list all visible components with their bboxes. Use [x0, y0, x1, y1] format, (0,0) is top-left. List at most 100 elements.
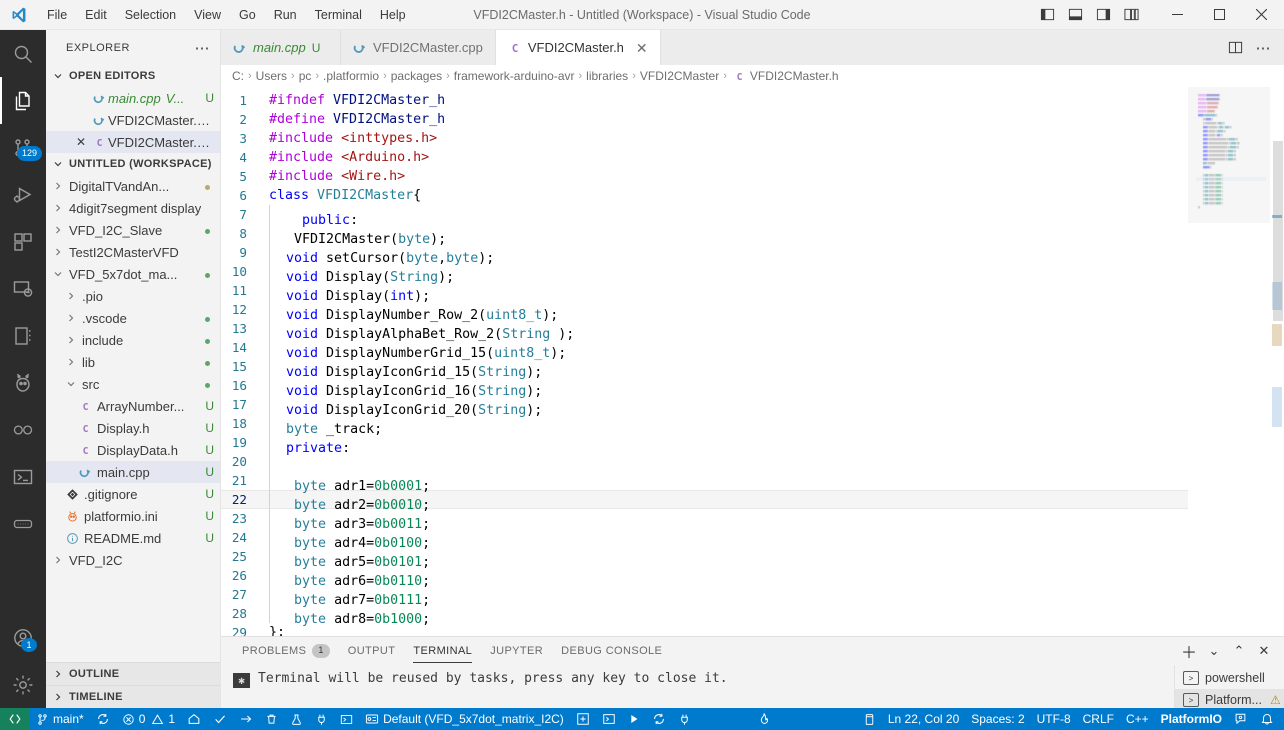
status-bar[interactable]: main* 0 1 Default (VFD_5x7dot_matrix_I2C… [0, 708, 1284, 730]
open-editor-item-main-cpp[interactable]: main.cpp V... U [46, 87, 220, 109]
tree-item-platformio-ini[interactable]: platformio.ini U [46, 505, 220, 527]
breadcrumb[interactable]: C: › Users › pc › .platformio › packages… [221, 65, 1284, 87]
tree-item--gitignore[interactable]: .gitignore U [46, 483, 220, 505]
menu-terminal[interactable]: Terminal [306, 5, 371, 25]
code-line-27[interactable]: 27 byte adr7=0b0111; [221, 585, 1188, 608]
code-line-20[interactable]: 20 [221, 452, 1188, 471]
status-jupyter-terminal[interactable] [596, 708, 622, 730]
status-layout-icon[interactable] [857, 708, 882, 730]
close-panel-icon[interactable]: ✕ [1252, 639, 1276, 663]
code-line-26[interactable]: 26 byte adr6=0b0110; [221, 566, 1188, 589]
code-line-23[interactable]: 23 byte adr3=0b0011; [221, 509, 1188, 532]
status-interrupt-kernel[interactable] [672, 708, 697, 730]
status-feedback-icon[interactable] [1228, 708, 1254, 730]
status-encoding[interactable]: UTF-8 [1031, 708, 1077, 730]
status-branch[interactable]: main* [30, 708, 90, 730]
open-editor-item-vfdi2cmaster-h[interactable]: ✕ C VFDI2CMaster.h... [46, 131, 220, 153]
code-line-12[interactable]: 12 void DisplayNumber_Row_2(uint8_t); [221, 300, 1188, 323]
editor-tabs-bar[interactable]: main.cpp U VFDI2CMaster.cpp C VFDI2CMast… [221, 30, 1284, 65]
activity-settings-gear-icon[interactable] [0, 661, 46, 708]
status-run-python[interactable] [622, 708, 646, 730]
code-line-9[interactable]: 9 void setCursor(byte,byte); [221, 243, 1188, 266]
activity-terminal-icon[interactable] [0, 453, 46, 500]
toggle-secondary-sidebar-icon[interactable] [1090, 2, 1116, 28]
breadcrumb-item-2[interactable]: pc [299, 69, 312, 83]
menu-help[interactable]: Help [371, 5, 415, 25]
status-restart-kernel[interactable] [646, 708, 672, 730]
editor-vertical-scrollbar[interactable] [1270, 87, 1284, 636]
close-icon[interactable]: ✕ [72, 135, 90, 149]
breadcrumb-item-5[interactable]: framework-arduino-avr [454, 69, 575, 83]
explorer-tree[interactable]: OPEN EDITORS main.cpp V... U VFDI2CMaste… [46, 65, 220, 662]
activity-search-icon[interactable] [0, 30, 46, 77]
menu-view[interactable]: View [185, 5, 230, 25]
outline-section-header[interactable]: OUTLINE [46, 662, 220, 685]
menu-bar[interactable]: File Edit Selection View Go Run Terminal… [38, 5, 415, 25]
tree-item-vfd-5x7dot-ma[interactable]: VFD_5x7dot_ma... [46, 263, 220, 285]
editor-more-actions-icon[interactable]: ⋯ [1250, 35, 1276, 61]
status-eol[interactable]: CRLF [1077, 708, 1120, 730]
new-terminal-icon[interactable]: ＋ [1177, 639, 1201, 663]
code-line-1[interactable]: 1 #ifndef VFDI2CMaster_h [221, 91, 1188, 110]
tab-main-cpp[interactable]: main.cpp U [221, 30, 341, 65]
workspace-tree[interactable]: DigitalTVandAn... 4digit7segment display V… [46, 175, 220, 571]
menu-run[interactable]: Run [265, 5, 306, 25]
status-problems[interactable]: 0 1 [116, 708, 181, 730]
window-minimize-button[interactable] [1156, 0, 1198, 30]
remote-window-indicator[interactable] [0, 708, 30, 730]
tree-item-main-cpp[interactable]: main.cpp U [46, 461, 220, 483]
toggle-primary-sidebar-icon[interactable] [1034, 2, 1060, 28]
tree-item-src[interactable]: src [46, 373, 220, 395]
status-flame-icon[interactable] [751, 708, 777, 730]
editor-minimap[interactable] [1188, 87, 1284, 636]
tree-item-display-h[interactable]: C Display.h U [46, 417, 220, 439]
breadcrumb-item-1[interactable]: Users [256, 69, 287, 83]
terminal-dropdown-icon[interactable]: ⌄ [1202, 639, 1226, 663]
tree-item--pio[interactable]: .pio [46, 285, 220, 307]
code-line-25[interactable]: 25 byte adr5=0b0101; [221, 547, 1188, 570]
code-lines[interactable]: 1 #ifndef VFDI2CMaster_h 2 #define VFDI2CMa… [221, 87, 1188, 636]
panel-tab-terminal[interactable]: TERMINAL [404, 637, 481, 665]
code-editor[interactable]: 1 #ifndef VFDI2CMaster_h 2 #define VFDI2CMa… [221, 87, 1284, 636]
breadcrumb-item-6[interactable]: libraries [586, 69, 628, 83]
status-platformio-upload[interactable] [233, 708, 259, 730]
tree-item-readme-md[interactable]: README.md U [46, 527, 220, 549]
code-line-16[interactable]: 16 void DisplayIconGrid_16(String); [221, 376, 1188, 399]
window-close-button[interactable] [1240, 0, 1282, 30]
tree-item-vfd-i2c[interactable]: VFD_I2C [46, 549, 220, 571]
code-line-3[interactable]: 3 #include <inttypes.h> [221, 129, 1188, 148]
tree-item-displaydata-h[interactable]: C DisplayData.h U [46, 439, 220, 461]
code-line-8[interactable]: 8 VFDI2CMaster(byte); [221, 224, 1188, 247]
workspace-section-header[interactable]: UNTITLED (WORKSPACE) [46, 153, 220, 175]
code-line-17[interactable]: 17 void DisplayIconGrid_20(String); [221, 395, 1188, 418]
scrollbar-thumb[interactable] [1273, 141, 1283, 321]
notifications-bell-icon[interactable] [1254, 708, 1284, 730]
window-maximize-button[interactable] [1198, 0, 1240, 30]
customize-layout-icon[interactable] [1118, 2, 1144, 28]
status-indentation[interactable]: Spaces: 2 [965, 708, 1030, 730]
activity-run-debug-icon[interactable] [0, 171, 46, 218]
menu-selection[interactable]: Selection [116, 5, 185, 25]
sidebar-more-actions-icon[interactable]: ⋯ [195, 39, 211, 57]
tree-item--vscode[interactable]: .vscode [46, 307, 220, 329]
code-line-22[interactable]: 22 byte adr2=0b0010; [221, 490, 1188, 513]
code-line-2[interactable]: 2 #define VFDI2CMaster_h [221, 110, 1188, 129]
open-editors-section-header[interactable]: OPEN EDITORS [46, 65, 220, 87]
code-line-14[interactable]: 14 void DisplayNumberGrid_15(uint8_t); [221, 338, 1188, 361]
code-line-19[interactable]: 19 private: [221, 433, 1188, 456]
code-line-7[interactable]: 7 public: [221, 205, 1188, 228]
status-cursor-position[interactable]: Ln 22, Col 20 [882, 708, 965, 730]
open-editor-item-vfdi2cmaster-cpp[interactable]: VFDI2CMaster.c... [46, 109, 220, 131]
status-platformio-build[interactable] [207, 708, 233, 730]
breadcrumb-item-0[interactable]: C: [232, 69, 244, 83]
breadcrumb-file[interactable]: VFDI2CMaster.h [750, 69, 839, 83]
breadcrumb-item-7[interactable]: VFDI2CMaster [640, 69, 719, 83]
status-platformio-terminal[interactable] [334, 708, 359, 730]
code-line-5[interactable]: 5 #include <Wire.h> [221, 167, 1188, 186]
status-platformio-clean[interactable] [259, 708, 284, 730]
code-line-18[interactable]: 18 byte _track; [221, 414, 1188, 437]
code-line-6[interactable]: 6 class VFDI2CMaster{ [221, 186, 1188, 205]
activity-bar[interactable]: 129 1 [0, 30, 46, 708]
terminal-instance-list[interactable]: > powershell > Platform... ⚠ [1174, 665, 1284, 711]
code-line-21[interactable]: 21 byte adr1=0b0001; [221, 471, 1188, 494]
